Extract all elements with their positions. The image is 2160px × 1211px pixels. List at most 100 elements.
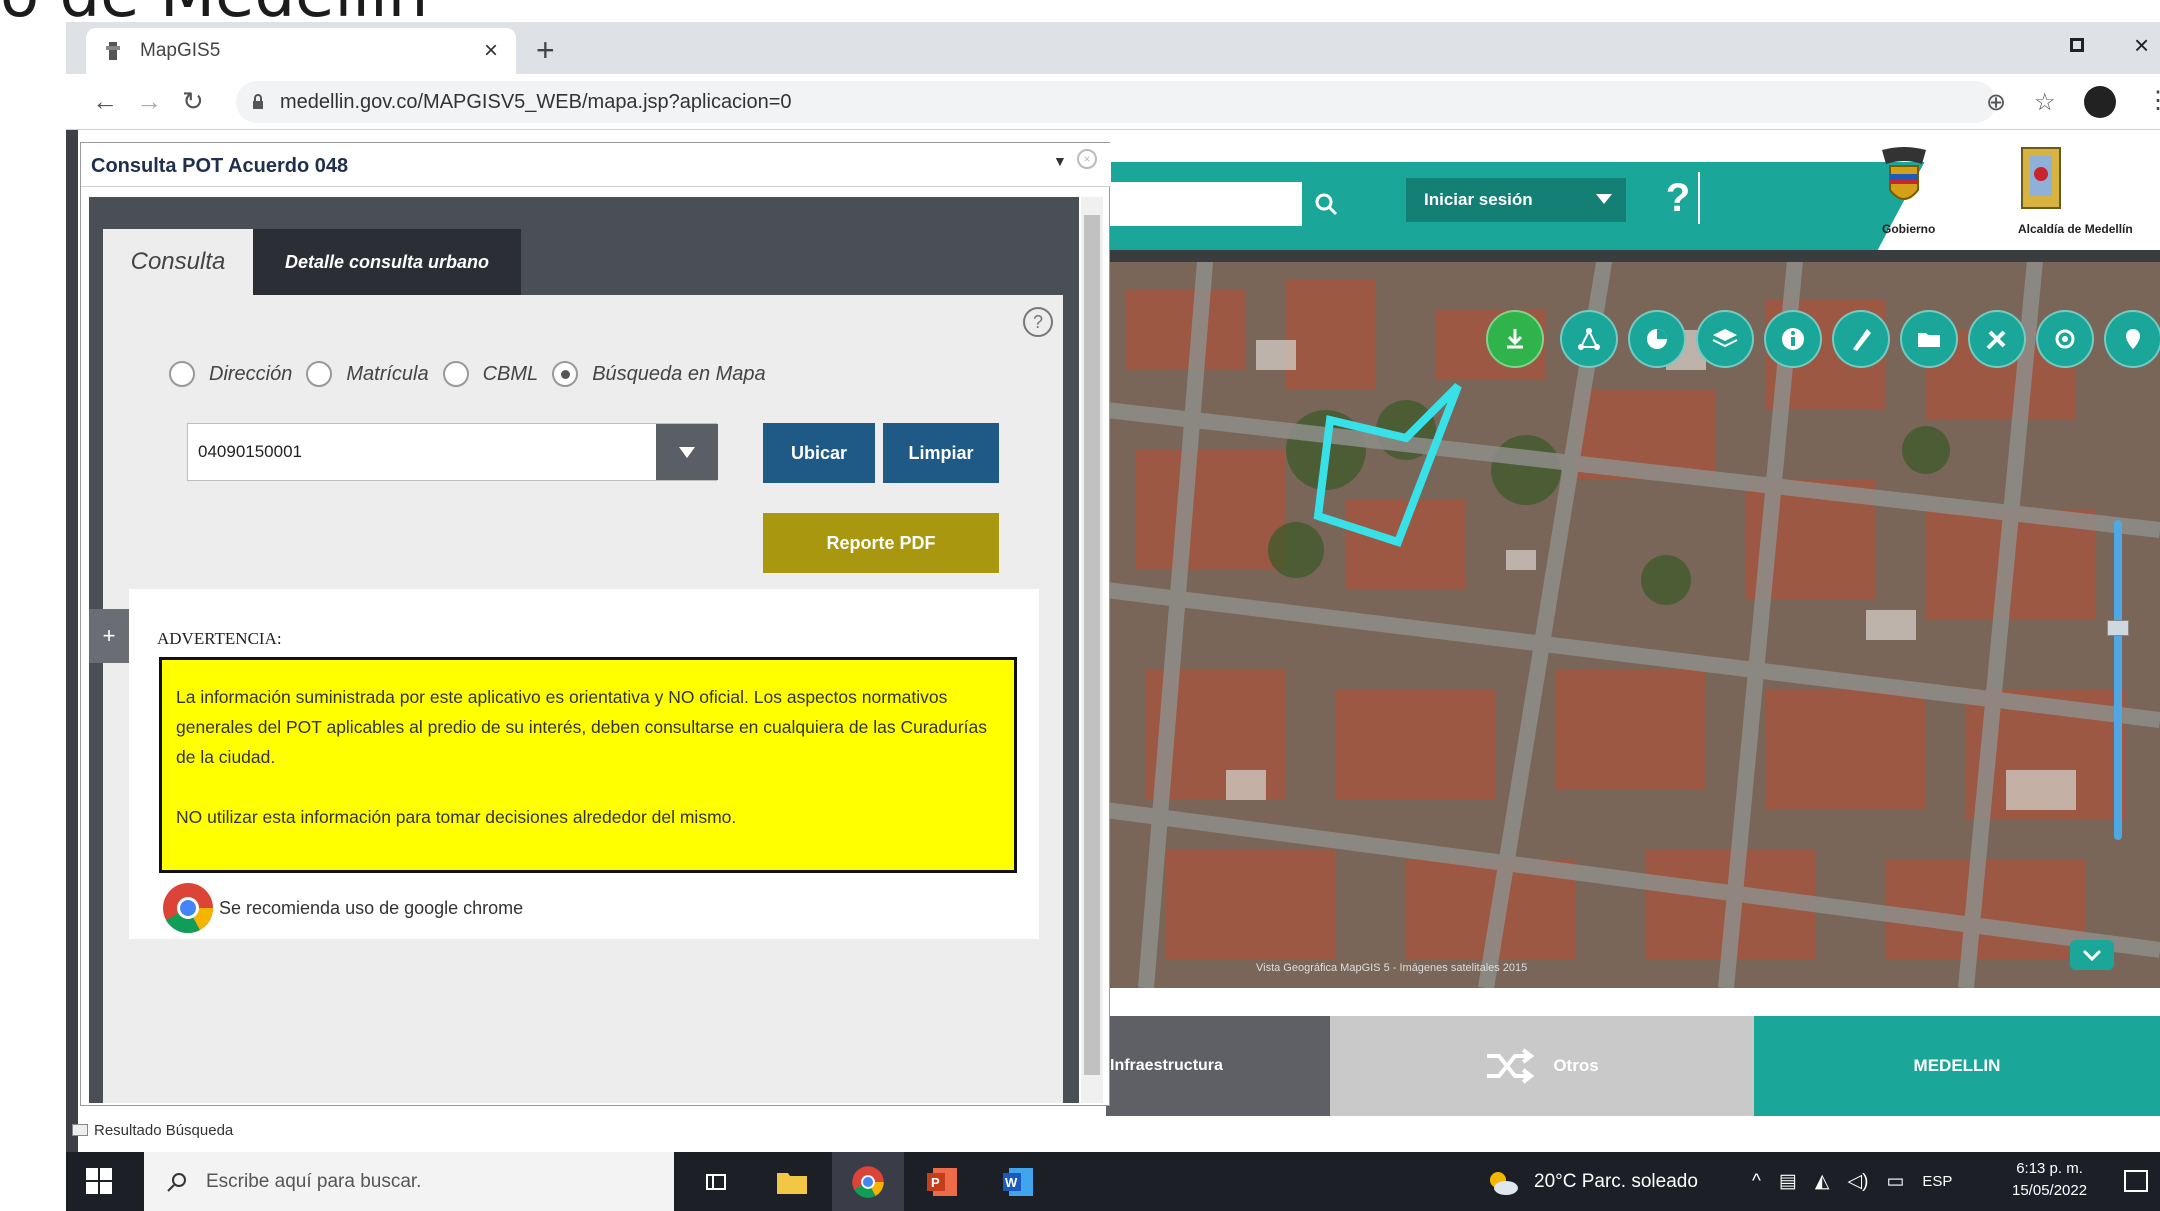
clock-date: 15/05/2022 [2012, 1182, 2088, 1199]
window-maximize-icon[interactable] [2070, 38, 2084, 52]
warning-title: ADVERTENCIA: [157, 629, 282, 648]
tab-title: MapGIS5 [140, 40, 221, 61]
map-search-button[interactable] [1304, 180, 1348, 228]
taskbar-clock[interactable]: 6:13 p. m. 15/05/2022 [2012, 1158, 2087, 1202]
layers-icon[interactable] [1696, 310, 1754, 368]
warning-paragraph-1: La información suministrada por este apl… [176, 687, 988, 767]
weather-widget[interactable]: 20°C Parc. soleado [1486, 1152, 1698, 1211]
folder-icon[interactable] [1900, 310, 1958, 368]
chevron-down-icon[interactable] [1596, 194, 1612, 204]
radio-cbml[interactable]: CBML [442, 361, 538, 387]
network-icon[interactable] [1560, 310, 1618, 368]
mapgis-favicon-icon [106, 42, 120, 60]
task-view-icon[interactable] [696, 1162, 736, 1202]
browser-menu-icon[interactable]: ⋮ [2146, 86, 2160, 115]
volume-icon[interactable]: ◁) [1848, 1170, 1869, 1193]
download-icon[interactable] [1486, 310, 1544, 368]
new-tab-icon[interactable]: + [536, 32, 555, 69]
limpiar-button[interactable]: Limpiar [883, 423, 999, 483]
reload-icon[interactable]: ↻ [182, 86, 204, 117]
language-indicator[interactable]: ESP [1922, 1173, 1952, 1190]
dialog-close-icon[interactable]: × [1077, 149, 1097, 169]
map-search-input[interactable] [1106, 182, 1302, 226]
tab-infraestructura[interactable]: Infraestructura [1106, 1016, 1330, 1116]
warning-panel: ADVERTENCIA: La información suministrada… [129, 589, 1039, 939]
tab-consulta[interactable]: Consulta [103, 229, 253, 295]
url-field[interactable]: medellin.gov.co/MAPGISV5_WEB/mapa.jsp?ap… [236, 81, 1996, 123]
forward-icon[interactable]: → [136, 86, 162, 117]
radio-matricula[interactable]: Matrícula [306, 361, 429, 387]
radio-busqueda-en-mapa[interactable]: Búsqueda en Mapa [552, 361, 766, 387]
tab-detalle-consulta-urbano[interactable]: Detalle consulta urbano [253, 229, 521, 295]
tray-chevron-up-icon[interactable]: ^ [1752, 1171, 1761, 1193]
taskbar-search-icon [167, 1172, 186, 1192]
window-icon [72, 1124, 88, 1136]
reporte-pdf-button[interactable]: Reporte PDF [763, 513, 999, 573]
info-icon[interactable] [1764, 310, 1822, 368]
network-tray-icon[interactable]: ▤ [1779, 1170, 1797, 1193]
windows-start-icon[interactable] [86, 1168, 112, 1194]
expand-plus-icon[interactable]: + [89, 609, 129, 663]
map-view[interactable]: Vista Geográfica MapGIS 5 - Imágenes sat… [1106, 250, 2160, 988]
radio-direccion[interactable]: Dirección [169, 361, 292, 387]
notifications-icon[interactable] [2124, 1170, 2148, 1192]
zoom-slider-handle[interactable] [2107, 620, 2129, 636]
tray-icons[interactable]: ^ ▤ ◭ ◁) ▭ ESP [1752, 1152, 1952, 1211]
medellin-logo [2021, 147, 2061, 209]
windows-taskbar: Escribe aquí para buscar. P W 20°C Parc.… [66, 1152, 2160, 1211]
window-close-icon[interactable]: × [2134, 30, 2149, 61]
battery-icon[interactable]: ▭ [1886, 1170, 1904, 1193]
back-icon[interactable]: ← [92, 86, 118, 117]
address-bar: ← → ↻ medellin.gov.co/MAPGISV5_WEB/mapa.… [66, 74, 2160, 130]
logo2-caption: Alcaldía de Medellín [2018, 222, 2133, 236]
dialog-scrollbar-thumb[interactable] [1084, 215, 1100, 1075]
wifi-icon[interactable]: ◭ [1815, 1170, 1830, 1193]
combo-chevron-down-icon[interactable] [656, 424, 718, 480]
chrome-taskbar-icon[interactable] [832, 1152, 904, 1211]
warning-box: La información suministrada por este apl… [159, 657, 1017, 873]
taskbar-search-input[interactable]: Escribe aquí para buscar. [144, 1152, 674, 1211]
dialog-scrollbar[interactable] [1081, 197, 1103, 1103]
screen: o de Medellín MapGIS5 × + × ← → ↻ medell… [0, 0, 2160, 1211]
url-text: medellin.gov.co/MAPGISV5_WEB/mapa.jsp?ap… [280, 90, 792, 113]
help-button[interactable]: ? [1658, 172, 1700, 224]
profile-avatar[interactable] [2084, 86, 2116, 118]
translate-icon[interactable]: ⊕ [1986, 88, 2006, 117]
clock-time: 6:13 p. m. [2016, 1160, 2083, 1177]
app-left-strip [66, 130, 78, 1152]
chrome-logo-icon [163, 883, 214, 934]
dialog-title: Consulta POT Acuerdo 048 [91, 155, 349, 177]
ubicar-button[interactable]: Ubicar [763, 423, 875, 483]
pie-chart-icon[interactable] [1628, 310, 1686, 368]
locate-icon[interactable] [2036, 310, 2094, 368]
bookmark-star-icon[interactable]: ☆ [2034, 88, 2056, 117]
zoom-slider[interactable] [2114, 520, 2122, 840]
help-icon[interactable]: ? [1023, 307, 1053, 337]
tab-otros[interactable]: Otros [1330, 1016, 1754, 1116]
login-dropdown[interactable]: Iniciar sesión [1406, 178, 1626, 222]
logo1-caption: Gobierno [1882, 222, 1936, 236]
svg-text:W: W [1005, 1175, 1018, 1190]
resultado-busqueda[interactable]: Resultado Búsqueda [72, 1120, 233, 1140]
chrome-note: Se recomienda uso de google chrome [219, 897, 524, 918]
word-icon[interactable]: W [998, 1162, 1038, 1202]
measure-icon[interactable] [1832, 310, 1890, 368]
search-mode-radios: Dirección Matrícula CBML Búsqueda en Map… [169, 361, 780, 387]
dialog-titlebar[interactable]: Consulta POT Acuerdo 048 ▼ × [81, 143, 1111, 187]
tools-icon[interactable] [1968, 310, 2026, 368]
tab-medellin[interactable]: MEDELLIN [1754, 1016, 2160, 1116]
map-chevron-down-icon[interactable] [2070, 940, 2114, 970]
map-attribution: Vista Geográfica MapGIS 5 - Imágenes sat… [1256, 962, 1528, 974]
tab-close-icon[interactable]: × [484, 37, 498, 65]
tab-otros-label: Otros [1553, 1056, 1599, 1075]
dialog-collapse-icon[interactable]: ▼ [1053, 153, 1067, 169]
weather-sun-cloud-icon [1490, 1171, 1518, 1195]
taskbar-search-placeholder: Escribe aquí para buscar. [206, 1170, 422, 1192]
cbml-combobox[interactable]: 04090150001 [187, 423, 718, 481]
file-explorer-icon[interactable] [772, 1162, 812, 1202]
powerpoint-icon[interactable]: P [922, 1162, 962, 1202]
search-icon [1315, 193, 1338, 216]
chrome-recommendation: Se recomienda uso de google chrome [161, 881, 523, 935]
browser-tab[interactable]: MapGIS5 × [86, 28, 516, 74]
marker-icon[interactable] [2104, 310, 2160, 368]
